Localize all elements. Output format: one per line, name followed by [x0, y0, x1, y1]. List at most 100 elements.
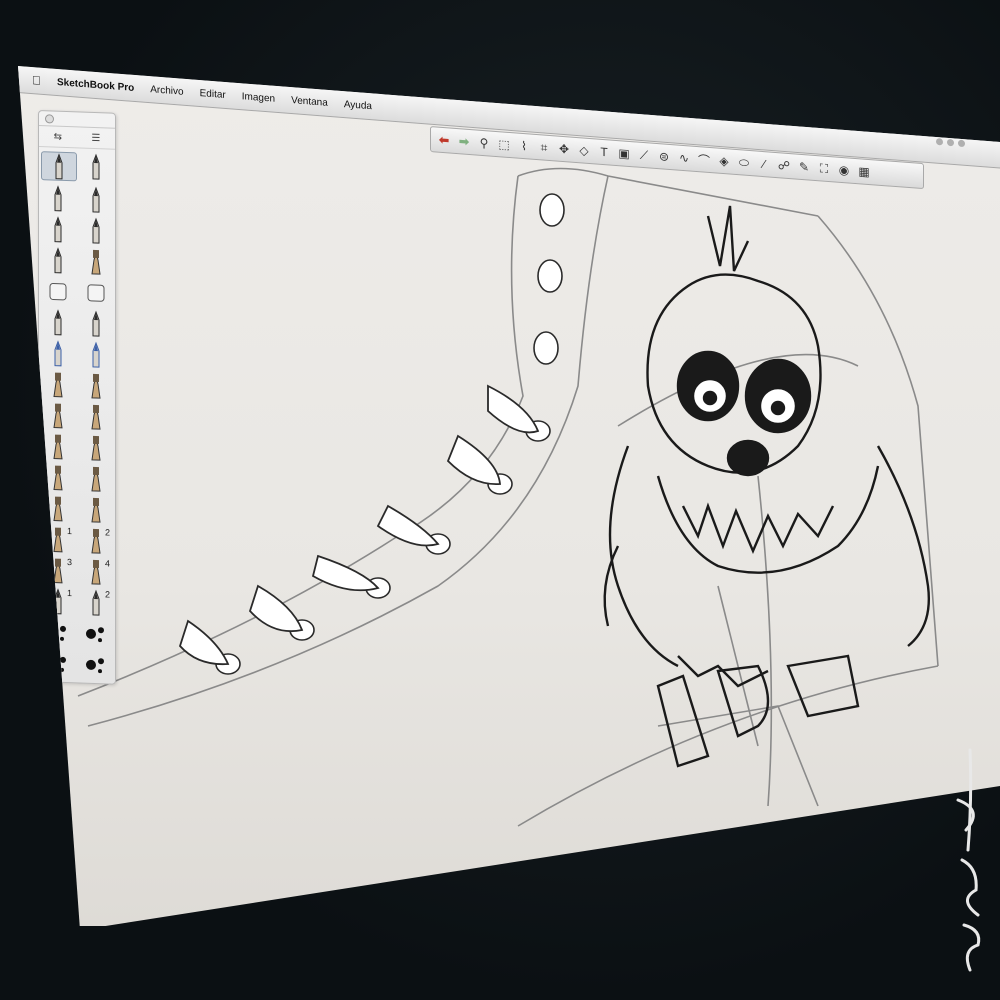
fan-brush-icon-glyph — [53, 434, 63, 460]
chisel-marker-icon[interactable] — [41, 308, 75, 336]
smudge-brush-icon[interactable] — [79, 495, 113, 523]
ballpoint-pen-icon[interactable] — [79, 152, 113, 180]
smudge-icon[interactable]: ☍ — [775, 156, 793, 175]
hard-eraser-icon-glyph — [49, 283, 67, 301]
fan-brush-icon[interactable] — [41, 432, 75, 460]
felt-pen-icon[interactable] — [79, 185, 113, 213]
menu-editar[interactable]: Editar — [200, 87, 226, 100]
speckle-brush-icon[interactable] — [79, 619, 113, 647]
apple-icon[interactable]:  — [32, 73, 41, 88]
ink-drops-icon[interactable] — [79, 650, 113, 678]
fine-pen-icon[interactable] — [41, 215, 75, 243]
blue-airbrush-icon[interactable] — [79, 371, 113, 399]
brush-settings-icon[interactable]: ⇆ — [54, 131, 62, 142]
shape-icon[interactable]: ⬭ — [735, 153, 753, 172]
blue-marker-icon[interactable] — [41, 339, 75, 367]
custom-brush-icon[interactable]: 2 — [79, 526, 113, 554]
brush-slot-number: 4 — [104, 558, 110, 569]
technical-pen-icon[interactable] — [79, 216, 113, 244]
shoe-laces — [178, 384, 540, 666]
brush-slot-number: 3 — [66, 557, 72, 568]
angled-brush-icon[interactable] — [79, 433, 113, 461]
menu-ayuda[interactable]: Ayuda — [344, 99, 372, 112]
airbrush-icon-glyph — [53, 372, 63, 398]
brush-library-icon[interactable]: ☰ — [91, 132, 100, 143]
flat-brush-icon-glyph — [91, 404, 101, 430]
ink-pen-icon-glyph — [54, 247, 62, 274]
text-icon[interactable]: T — [595, 142, 613, 161]
brush-slot-number: 2 — [104, 527, 110, 538]
brush-icon[interactable]: ⁄ — [755, 154, 773, 173]
window-minimize-icon[interactable] — [936, 138, 943, 146]
lasso-icon[interactable]: ⌇ — [515, 136, 533, 155]
undo-icon[interactable]: ⬅ — [435, 130, 453, 149]
custom-pen-icon[interactable]: 2 — [79, 588, 113, 616]
wide-brush-icon-glyph — [91, 466, 101, 492]
angled-brush-icon-glyph — [91, 435, 101, 461]
palette-title-bar — [39, 111, 115, 129]
photo-frame:  SketchBook Pro Archivo Editar Imagen V… — [0, 0, 1000, 1000]
chisel-marker-icon-glyph — [54, 309, 62, 336]
color-wheel-icon[interactable]: ◉ — [835, 160, 853, 179]
copic-icon[interactable]: ✎ — [795, 157, 813, 176]
drawing-canvas[interactable] — [18, 66, 1000, 926]
stroke-icon[interactable]: ∿ — [675, 148, 693, 167]
menu-ventana[interactable]: Ventana — [291, 95, 328, 109]
symmetry-icon[interactable]: ⊜ — [655, 147, 673, 166]
transform-icon[interactable]: ◇ — [575, 141, 593, 160]
pencil-icon-glyph — [55, 153, 63, 180]
blue-airbrush-icon-glyph — [91, 373, 101, 399]
construction-sketch — [77, 167, 939, 827]
curve-icon[interactable]: ⌒ — [695, 150, 713, 169]
palette-close-icon[interactable] — [45, 114, 54, 124]
round-brush-icon[interactable] — [41, 401, 75, 429]
flat-brush-icon[interactable] — [79, 402, 113, 430]
hard-eraser-icon[interactable] — [41, 277, 75, 305]
round-brush-icon-glyph — [53, 403, 63, 429]
speckle-brush-icon-glyph — [86, 627, 104, 643]
zoom-icon[interactable]: ⚲ — [475, 133, 493, 152]
lagoon-icon[interactable]: ⛶ — [815, 159, 833, 178]
palette-tabs: ⇆ ☰ — [39, 126, 115, 150]
window-close-icon[interactable] — [958, 139, 965, 148]
ink-pen-icon[interactable] — [41, 246, 75, 274]
round-marker-icon[interactable] — [79, 309, 113, 337]
smudge-brush-icon-glyph — [91, 497, 101, 523]
wide-brush-icon[interactable] — [79, 464, 113, 492]
ink-drops-icon-glyph — [86, 658, 104, 674]
fine-pen-icon-glyph — [54, 216, 62, 243]
swatches-icon[interactable]: ▦ — [855, 162, 873, 181]
marker-icon[interactable] — [41, 184, 75, 212]
app-screen:  SketchBook Pro Archivo Editar Imagen V… — [18, 66, 1000, 926]
move-icon[interactable]: ✥ — [555, 139, 573, 158]
blue-felt-tip-icon-glyph — [92, 341, 100, 368]
window-zoom-icon[interactable] — [947, 138, 954, 147]
app-name-menu[interactable]: SketchBook Pro — [57, 77, 134, 94]
fill-icon[interactable]: ◈ — [715, 151, 733, 170]
select-icon[interactable]: ⬚ — [495, 135, 513, 154]
technical-pen-icon-glyph — [92, 217, 100, 244]
monster-character — [603, 205, 930, 768]
round-marker-icon-glyph — [92, 310, 100, 337]
crop-icon[interactable]: ⌗ — [535, 138, 553, 157]
brush-slot-number: 1 — [66, 526, 72, 537]
blue-marker-icon-glyph — [54, 340, 62, 367]
brush-slot-number: 1 — [66, 588, 72, 599]
custom-brush-icon[interactable]: 4 — [79, 557, 113, 585]
layer-icon[interactable]: ▣ — [615, 144, 633, 163]
soft-eraser-icon-glyph — [87, 284, 105, 302]
pencil-icon[interactable] — [41, 151, 77, 182]
ruler-icon[interactable]: ⟋ — [635, 145, 653, 164]
menu-imagen[interactable]: Imagen — [242, 91, 275, 105]
blue-felt-tip-icon[interactable] — [79, 340, 113, 368]
soft-eraser-icon[interactable] — [79, 278, 113, 306]
brush-pen-icon[interactable] — [79, 247, 113, 275]
artist-signature — [956, 748, 981, 972]
felt-pen-icon-glyph — [92, 186, 100, 213]
airbrush-icon[interactable] — [41, 370, 75, 398]
menu-archivo[interactable]: Archivo — [150, 84, 183, 98]
ballpoint-pen-icon-glyph — [92, 153, 100, 180]
redo-icon[interactable]: ➡ — [455, 132, 473, 151]
brush-pen-icon-glyph — [91, 249, 101, 275]
marker-icon-glyph — [54, 185, 62, 212]
